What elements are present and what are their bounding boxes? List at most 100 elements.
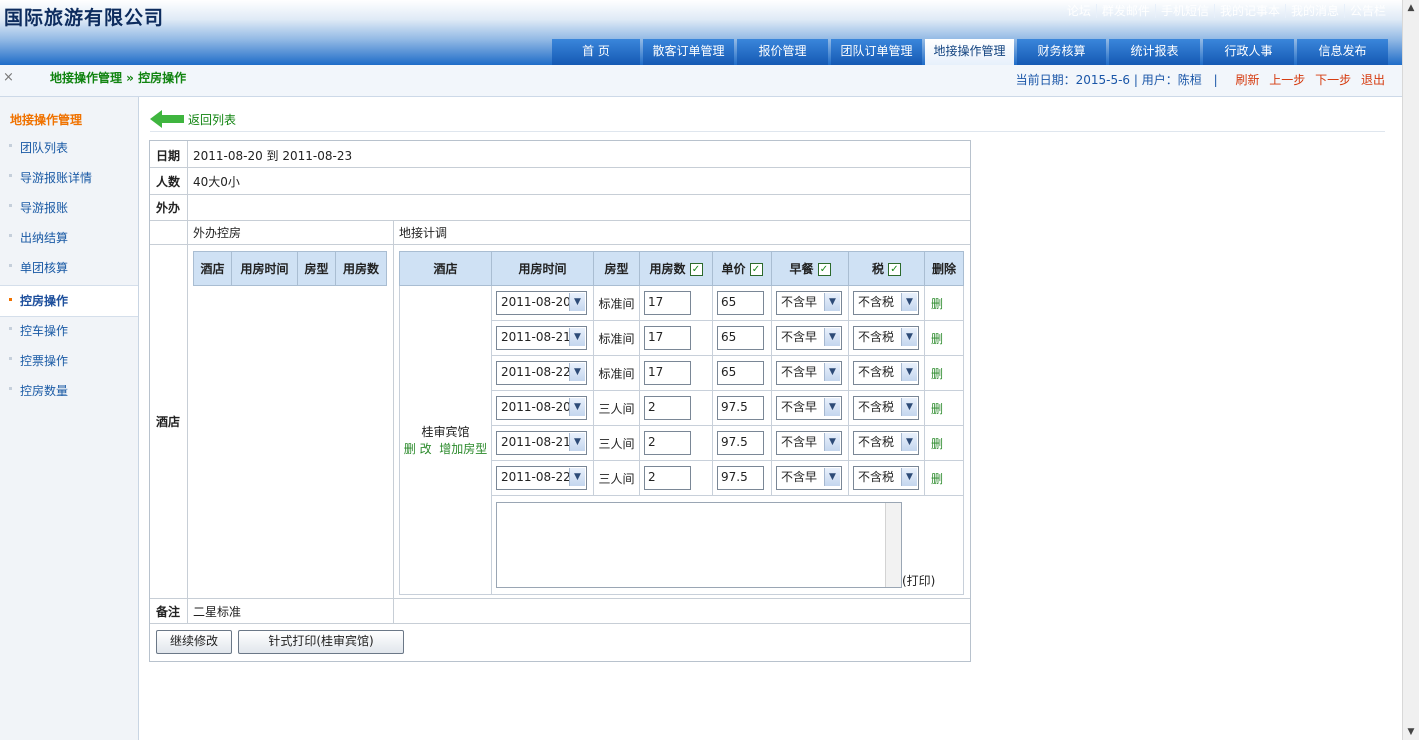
nav-info-publish[interactable]: 信息发布	[1297, 39, 1388, 65]
room-count-input[interactable]: 17	[644, 291, 691, 315]
sidebar-item-cashier[interactable]: 出纳结算	[0, 228, 138, 248]
bullet-icon	[9, 357, 12, 360]
back-arrow-icon	[150, 110, 184, 128]
tax-value: 不含税	[858, 330, 895, 344]
room-count-cell: 2	[639, 390, 713, 426]
nav-hr[interactable]: 行政人事	[1203, 39, 1294, 65]
room-count-input[interactable]: 2	[644, 466, 691, 490]
breakfast-select[interactable]: 不含早 ▼	[776, 396, 842, 420]
sidebar-item-vehicle-control[interactable]: 控车操作	[0, 321, 138, 341]
room-date-value: 2011-08-20	[501, 295, 571, 309]
delete-link[interactable]: 删	[931, 297, 943, 311]
back-to-list[interactable]: 返回列表	[150, 110, 236, 128]
breakfast-select[interactable]: 不含早 ▼	[776, 361, 842, 385]
delete-link[interactable]: 删	[931, 332, 943, 346]
room-date-select[interactable]: 2011-08-21 ▼	[496, 326, 587, 350]
scroll-up-icon[interactable]: ▲	[1405, 2, 1417, 14]
breakfast-select[interactable]: 不含早 ▼	[776, 326, 842, 350]
unit-price-input[interactable]: 97.5	[717, 396, 764, 420]
chevron-down-icon: ▼	[824, 363, 840, 381]
sidebar-item-ticket-control[interactable]: 控票操作	[0, 351, 138, 371]
top-link-sms[interactable]: 手机短信	[1154, 4, 1214, 18]
continue-edit-button[interactable]: 继续修改	[156, 630, 232, 654]
top-link-messages[interactable]: 我的消息	[1284, 4, 1344, 18]
delete-link[interactable]: 删	[931, 437, 943, 451]
next-step-link[interactable]: 下一步	[1315, 73, 1351, 87]
checkbox-icon[interactable]: ✓	[817, 263, 831, 276]
unit-price-input[interactable]: 65	[717, 326, 764, 350]
add-room-type-link[interactable]: 增加房型	[439, 442, 487, 456]
unit-price-input[interactable]: 97.5	[717, 431, 764, 455]
unit-price-input[interactable]: 97.5	[717, 466, 764, 490]
room-count-cell: 2	[639, 425, 713, 461]
sidebar-item-room-control[interactable]: 控房操作	[0, 285, 138, 317]
breakfast-select[interactable]: 不含早 ▼	[776, 291, 842, 315]
prev-step-link[interactable]: 上一步	[1269, 73, 1305, 87]
nav-ground-ops[interactable]: 地接操作管理	[925, 39, 1014, 65]
tax-select[interactable]: 不含税 ▼	[853, 396, 919, 420]
chevron-down-icon: ▼	[824, 293, 840, 311]
dot-matrix-print-button[interactable]: 针式打印(桂审宾馆)	[238, 630, 404, 654]
close-icon[interactable]: ×	[3, 70, 14, 85]
sidebar-item-team-list[interactable]: 团队列表	[0, 138, 138, 158]
delete-cell: 删	[924, 425, 964, 461]
top-link-mass-mail[interactable]: 群发邮件	[1095, 4, 1155, 18]
delete-link[interactable]: 删	[931, 472, 943, 486]
tax-value: 不含税	[858, 295, 895, 309]
room-date-select[interactable]: 2011-08-22 ▼	[496, 361, 587, 385]
breakfast-select[interactable]: 不含早 ▼	[776, 466, 842, 490]
sidebar-item-group-accounting[interactable]: 单团核算	[0, 258, 138, 278]
textarea-scrollbar[interactable]	[885, 503, 901, 587]
room-date-cell: 2011-08-21 ▼	[491, 320, 594, 356]
refresh-link[interactable]: 刷新	[1235, 73, 1259, 87]
sidebar-item-guide-expense-detail[interactable]: 导游报账详情	[0, 168, 138, 188]
notes-textarea[interactable]	[496, 502, 902, 588]
top-link-forum[interactable]: 论坛	[1062, 4, 1096, 18]
edit-hotel-link[interactable]: 删 改	[404, 442, 432, 456]
sidebar-item-label: 团队列表	[20, 141, 69, 155]
checkbox-icon[interactable]: ✓	[888, 263, 901, 276]
tax-select[interactable]: 不含税 ▼	[853, 361, 919, 385]
nav-finance[interactable]: 财务核算	[1017, 39, 1106, 65]
top-link-notebook[interactable]: 我的记事本	[1213, 4, 1285, 18]
room-count-cell: 2	[639, 460, 713, 496]
room-date-select[interactable]: 2011-08-21 ▼	[496, 431, 587, 455]
tax-select[interactable]: 不含税 ▼	[853, 431, 919, 455]
tax-select[interactable]: 不含税 ▼	[853, 326, 919, 350]
room-type-cell: 三人间	[593, 425, 640, 461]
delete-link[interactable]: 删	[931, 367, 943, 381]
nav-home[interactable]: 首 页	[552, 39, 640, 65]
unit-price-input[interactable]: 65	[717, 361, 764, 385]
print-label[interactable]: (打印)	[902, 572, 935, 589]
tax-select[interactable]: 不含税 ▼	[853, 466, 919, 490]
room-date-select[interactable]: 2011-08-20 ▼	[496, 291, 587, 315]
nav-group-orders[interactable]: 团队订单管理	[831, 39, 922, 65]
scroll-down-icon[interactable]: ▼	[1405, 726, 1417, 738]
nav-reports[interactable]: 统计报表	[1109, 39, 1200, 65]
room-count-input[interactable]: 17	[644, 361, 691, 385]
checkbox-icon[interactable]: ✓	[689, 263, 703, 276]
tax-select[interactable]: 不含税 ▼	[853, 291, 919, 315]
breakfast-select[interactable]: 不含早 ▼	[776, 431, 842, 455]
room-date-select[interactable]: 2011-08-22 ▼	[496, 466, 587, 490]
logout-link[interactable]: 退出	[1361, 73, 1385, 87]
chevron-down-icon: ▼	[901, 468, 917, 486]
sidebar-item-label: 控票操作	[20, 354, 69, 368]
nav-quotes[interactable]: 报价管理	[737, 39, 828, 65]
checkbox-icon[interactable]: ✓	[749, 263, 763, 276]
breakfast-cell: 不含早 ▼	[771, 425, 849, 461]
sidebar-item-guide-expense[interactable]: 导游报账	[0, 198, 138, 218]
nav-retail-orders[interactable]: 散客订单管理	[643, 39, 734, 65]
page-scrollbar[interactable]: ▲ ▼	[1402, 0, 1419, 740]
app-brand: 国际旅游有限公司	[4, 7, 165, 29]
divider	[187, 141, 188, 623]
room-count-input[interactable]: 2	[644, 396, 691, 420]
room-count-input[interactable]: 17	[644, 326, 691, 350]
top-link-bulletin[interactable]: 公告栏	[1343, 4, 1391, 18]
delete-link[interactable]: 删	[931, 402, 943, 416]
room-count-input[interactable]: 2	[644, 431, 691, 455]
room-date-select[interactable]: 2011-08-20 ▼	[496, 396, 587, 420]
unit-price-input[interactable]: 65	[717, 291, 764, 315]
sidebar-item-room-quantity[interactable]: 控房数量	[0, 381, 138, 401]
breakfast-value: 不含早	[781, 330, 818, 344]
